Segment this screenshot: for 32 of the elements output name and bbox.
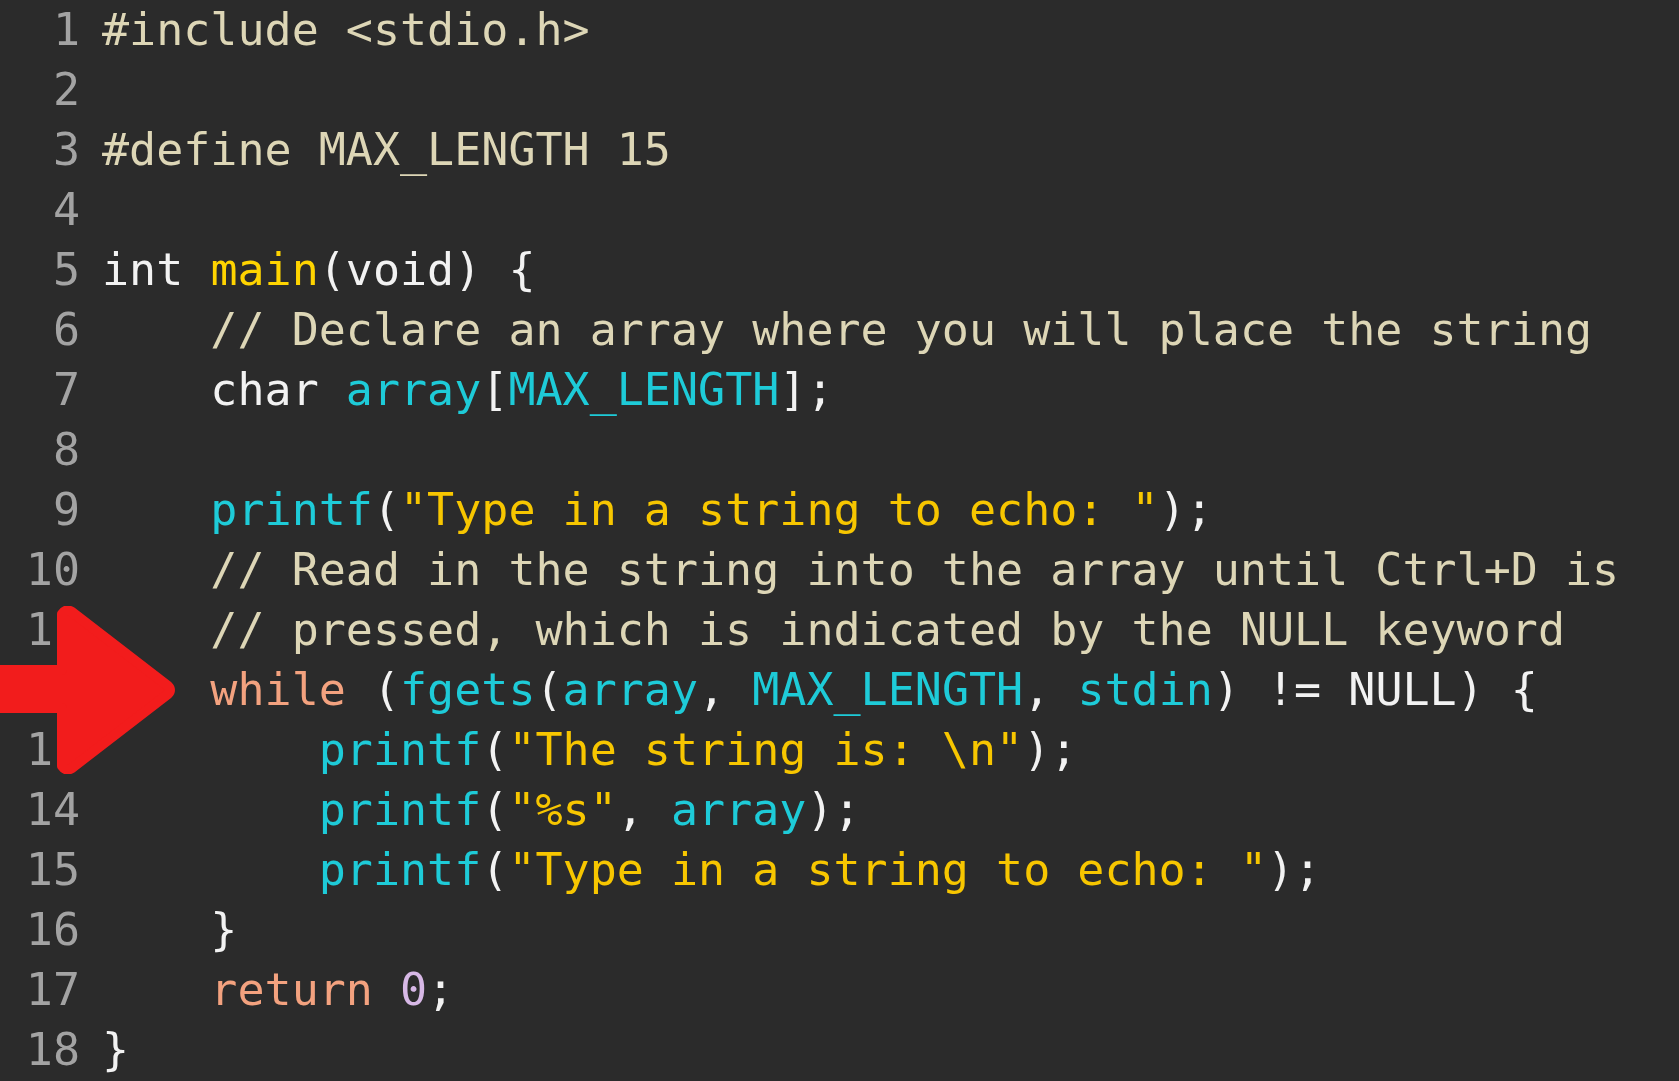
line-number: 1 (26, 723, 54, 777)
line-number: 16 (25, 903, 80, 957)
code-line: printf("Type in a string to echo: "); (209, 483, 1213, 537)
code-line: // pressed, which is indicated by the NULL keyword (209, 603, 1565, 657)
code-line: while (fgets(array, MAX_LENGTH, stdin) != NULL) { (209, 663, 1538, 717)
code-line: char array[MAX_LENGTH]; (209, 363, 834, 417)
code-line: #define MAX_LENGTH 15 (102, 123, 671, 177)
code-line: } (102, 1023, 130, 1077)
line-number: 3 (52, 123, 80, 177)
line-number: 4 (52, 183, 80, 237)
code-line: return 0; (209, 963, 455, 1017)
line-number: 7 (52, 363, 80, 417)
code-line: // Declare an array where you will place the string (209, 303, 1593, 357)
line-number: 17 (25, 963, 80, 1017)
code-line: #include <stdio.h> (102, 3, 590, 57)
line-number: 9 (52, 483, 80, 537)
line-number: 14 (25, 783, 80, 837)
code-line: } (209, 903, 238, 957)
line-number: 10 (25, 543, 80, 597)
code-line: printf("The string is: \n"); (317, 723, 1078, 777)
line-number: 5 (52, 243, 80, 297)
line-number: 18 (25, 1023, 80, 1077)
line-number: 6 (52, 303, 80, 357)
code-line: printf("%s", array); (317, 783, 861, 837)
line-number: 1 (52, 3, 80, 57)
code-line: // Read in the string into the array until Ctrl+D is (209, 543, 1620, 597)
code-line: printf("Type in a string to echo: "); (317, 843, 1322, 897)
line-number: 8 (52, 423, 80, 477)
code-line: int main(void) { (102, 243, 536, 297)
line-number: 1 (26, 603, 54, 657)
line-number: 2 (52, 63, 80, 117)
line-number: 15 (25, 843, 80, 897)
